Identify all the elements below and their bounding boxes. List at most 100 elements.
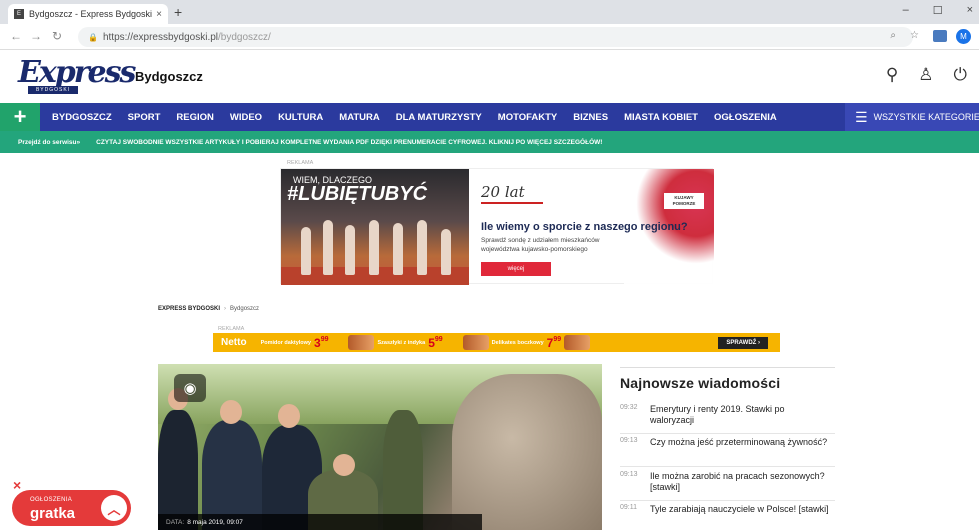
breadcrumb-root[interactable]: EXPRESS BYDGOSKI: [158, 306, 220, 312]
nav-item-motofakty[interactable]: MOTOFAKTY: [498, 112, 557, 123]
site-header: Express BYDGOSKI Bydgoszcz ⚲ ♙ ⏻: [0, 51, 979, 101]
ad-label: REKLAMA: [287, 160, 314, 166]
person-figure: [383, 410, 423, 530]
netto-logo: Netto: [213, 337, 255, 348]
ad-divider: [481, 202, 543, 204]
date-label: DATA:: [166, 519, 185, 526]
nav-item-kultura[interactable]: KULTURA: [278, 112, 323, 123]
nav-item-ogloszenia[interactable]: OGŁOSZENIA: [714, 112, 777, 123]
power-icon[interactable]: ⏻: [954, 65, 967, 85]
forward-icon[interactable]: →: [30, 29, 42, 43]
product-name: Szaszłyki z indyka: [377, 339, 426, 346]
back-icon[interactable]: ←: [10, 29, 22, 43]
hero-image[interactable]: [158, 364, 602, 530]
nav-item-miasta-kobiet[interactable]: MIASTA KOBIET: [624, 112, 698, 123]
bookmark-star-icon[interactable]: ☆: [910, 30, 919, 41]
news-item[interactable]: 09:32 Emerytury i renty 2019. Stawki po …: [620, 404, 835, 434]
maximize-button[interactable]: ☐: [933, 4, 943, 17]
news-headline[interactable]: Czy można jeść przeterminowaną żywność?: [650, 437, 830, 448]
ad-more-button[interactable]: więcej: [481, 262, 551, 276]
product-price: 799: [546, 335, 562, 350]
ad-runner: [393, 223, 403, 275]
product-name: Pomidor daktylowy: [260, 339, 311, 346]
nav-items: BYDGOSZCZ SPORT REGION WIDEO KULTURA MAT…: [52, 103, 777, 131]
zoom-icon[interactable]: ⌕: [890, 30, 896, 41]
nav-item-region[interactable]: REGION: [176, 112, 213, 123]
product-price: 599: [428, 335, 443, 350]
nav-item-dla-maturzysty[interactable]: DLA MATURZYSTY: [396, 112, 482, 123]
ad-question: Ile wiemy o sporcie z naszego regionu?: [481, 221, 688, 233]
extension-icon[interactable]: [933, 30, 947, 42]
news-item[interactable]: 09:11 Tyle zarabiają nauczyciele w Polsc…: [620, 504, 835, 530]
product-image: [564, 335, 591, 350]
profile-avatar[interactable]: M: [956, 29, 971, 44]
ad-content: KUJAWY POMORZE 20 lat Ile wiemy o sporci…: [475, 169, 714, 285]
close-window-button[interactable]: ×: [967, 4, 973, 17]
ad-label: REKLAMA: [218, 326, 245, 332]
person-head: [220, 400, 242, 424]
city-title: Bydgoszcz: [135, 69, 203, 84]
date-value: 8 maja 2019, 09:07: [187, 519, 243, 526]
news-headline[interactable]: Ile można zarobić na pracach sezonowych?…: [650, 471, 830, 493]
latest-news-title: Najnowsze wiadomości: [620, 375, 781, 391]
check-offer-button[interactable]: SPRAWDŹ ›: [718, 336, 768, 349]
gratka-widget[interactable]: OGŁOSZENIA gratka ︿: [12, 490, 131, 526]
ad-description: Sprawdź sondę z udziałem mieszkańców woj…: [481, 237, 600, 253]
new-tab-button[interactable]: +: [174, 5, 182, 19]
all-categories-button[interactable]: ☰ WSZYSTKIE KATEGORIE: [845, 103, 979, 131]
close-icon[interactable]: ×: [13, 477, 21, 493]
camera-icon[interactable]: ◉: [174, 374, 206, 402]
product-image: [462, 335, 489, 350]
product-offer: Szaszłyki z indyka 599: [348, 335, 443, 350]
news-headline[interactable]: Emerytury i renty 2019. Stawki po walory…: [650, 404, 830, 426]
chevron-up-icon[interactable]: ︿: [101, 495, 127, 521]
nav-item-wideo[interactable]: WIDEO: [230, 112, 262, 123]
ad-runner: [345, 225, 355, 275]
hero-date: DATA: 8 maja 2019, 09:07: [166, 519, 243, 526]
news-headline[interactable]: Tyle zarabiają nauczyciele w Polsce! [st…: [650, 504, 830, 515]
url-field[interactable]: 🔒 https://expressbydgoski.pl/bydgoszcz/: [78, 27, 913, 47]
tab-close-icon[interactable]: ×: [156, 9, 162, 20]
ad-runner: [441, 229, 451, 275]
favicon-icon: E: [14, 9, 24, 19]
news-item[interactable]: 09:13 Ile można zarobić na pracach sezon…: [620, 471, 835, 501]
breadcrumb-separator: ›: [224, 306, 227, 312]
person-figure: [158, 410, 198, 530]
reload-icon[interactable]: ↻: [52, 29, 62, 43]
url-host: https://expressbydgoski.pl: [102, 31, 219, 43]
ad-runner: [369, 220, 379, 275]
nav-item-matura[interactable]: MATURA: [339, 112, 379, 123]
url-path: /bydgoszcz/: [218, 31, 271, 43]
window-controls: – ☐ ×: [903, 4, 973, 17]
minimize-button[interactable]: –: [903, 4, 909, 17]
gratka-label: OGŁOSZENIA: [30, 497, 73, 503]
news-item[interactable]: 09:13 Czy można jeść przeterminowaną żyw…: [620, 437, 835, 467]
user-icon[interactable]: ♙: [918, 65, 933, 85]
skip-to-site-link[interactable]: Przejdź do serwisu»: [18, 139, 80, 146]
tab-title: Bydgoszcz - Express Bydgoski: [29, 9, 153, 19]
breadcrumb-current[interactable]: Bydgoszcz: [230, 306, 259, 312]
ad-photo: WIEM, DLACZEGO #LUBIĘTUBYĆ: [281, 169, 469, 285]
memorial-stone: [452, 374, 602, 530]
nav-item-biznes[interactable]: BIZNES: [573, 112, 608, 123]
product-price: 399: [314, 335, 329, 350]
product-offer: Delikates boczkowy 799: [462, 335, 591, 350]
news-time: 09:13: [620, 471, 638, 478]
logo-wordmark: Express: [18, 55, 136, 90]
latest-news-divider: [620, 367, 835, 368]
plus-button[interactable]: +: [0, 103, 40, 131]
product-name: Delikates boczkowy: [491, 339, 544, 346]
subscription-promo-bar[interactable]: Przejdź do serwisu» CZYTAJ SWOBODNIE WSZ…: [0, 131, 979, 153]
top-advertisement[interactable]: WIEM, DLACZEGO #LUBIĘTUBYĆ KUJAWY POMORZ…: [280, 168, 714, 285]
logo-subtitle: BYDGOSKI: [28, 86, 78, 94]
ad-runner: [417, 220, 427, 275]
nav-item-sport[interactable]: SPORT: [128, 112, 161, 123]
browser-tab[interactable]: E Bydgoszcz - Express Bydgoski ×: [8, 4, 168, 24]
netto-banner[interactable]: Netto Pomidor daktylowy 399 Szaszłyki z …: [213, 333, 780, 352]
news-time: 09:32: [620, 404, 638, 411]
search-icon[interactable]: ⚲: [886, 65, 898, 85]
express-logo[interactable]: Express BYDGOSKI: [18, 55, 136, 94]
all-categories-label: WSZYSTKIE KATEGORIE: [873, 112, 979, 122]
ad-photo-hashtag: #LUBIĘTUBYĆ: [287, 183, 428, 205]
nav-item-bydgoszcz[interactable]: BYDGOSZCZ: [52, 112, 112, 123]
